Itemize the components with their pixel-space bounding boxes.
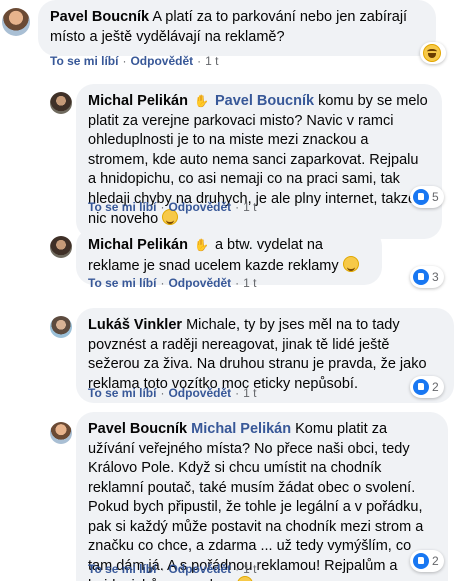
smile-emoji-icon [342, 255, 359, 272]
like-link[interactable]: To se mi líbí [88, 200, 156, 214]
reaction-summary[interactable]: 3 [410, 266, 444, 288]
haha-icon [423, 44, 441, 62]
avatar[interactable] [50, 422, 72, 444]
reaction-count: 2 [432, 380, 439, 394]
comment-author[interactable]: Pavel Boucník [88, 421, 187, 437]
reaction-count: 5 [432, 190, 439, 204]
reply-link[interactable]: Odpovědět [168, 562, 231, 576]
comment-bubble: Michal Pelikán ✋ Pavel Boucník komu by s… [76, 84, 442, 239]
like-link[interactable]: To se mi líbí [88, 276, 156, 290]
reaction-summary[interactable]: 5 [410, 186, 444, 208]
comment-author[interactable]: Lukáš Vinkler [88, 317, 182, 333]
comment-actions: To se mi líbí · Odpovědět · 1 t [88, 386, 257, 400]
avatar[interactable] [50, 92, 72, 114]
wave-icon: ✋ [193, 238, 209, 252]
timestamp[interactable]: 1 t [205, 54, 218, 68]
reply-link[interactable]: Odpovědět [168, 200, 231, 214]
like-icon [413, 189, 429, 205]
timestamp[interactable]: 1 t [243, 200, 256, 214]
timestamp[interactable]: 1 t [243, 386, 256, 400]
like-icon [413, 379, 429, 395]
mention[interactable]: Pavel Boucník [215, 93, 314, 109]
timestamp[interactable]: 1 t [243, 562, 256, 576]
like-link[interactable]: To se mi líbí [50, 54, 118, 68]
comment-actions: To se mi líbí · Odpovědět · 1 t [50, 54, 219, 68]
comment-bubble: Pavel Boucník A platí za to parkování ne… [38, 0, 436, 56]
reply-link[interactable]: Odpovědět [168, 276, 231, 290]
comment-text: Komu platit za užívání veřejného místa? … [88, 421, 424, 581]
comment-author[interactable]: Pavel Boucník [50, 9, 149, 25]
mention[interactable]: Michal Pelikán [191, 421, 291, 437]
like-link[interactable]: To se mi líbí [88, 562, 156, 576]
comment-author[interactable]: Michal Pelikán [88, 237, 188, 253]
avatar[interactable] [50, 236, 72, 258]
smile-emoji-icon [237, 576, 254, 581]
wave-icon: ✋ [193, 94, 209, 108]
like-icon [413, 553, 429, 569]
like-icon [413, 269, 429, 285]
comment-thread: Pavel Boucník A platí za to parkování ne… [0, 0, 460, 581]
reaction-count: 2 [432, 554, 439, 568]
comment-actions: To se mi líbí · Odpovědět · 1 t [88, 562, 257, 576]
reaction-summary[interactable]: 2 [410, 550, 444, 572]
reaction-count: 3 [432, 270, 439, 284]
comment-actions: To se mi líbí · Odpovědět · 1 t [88, 200, 257, 214]
reply-link[interactable]: Odpovědět [130, 54, 193, 68]
comment-author[interactable]: Michal Pelikán [88, 93, 188, 109]
reaction-summary[interactable] [420, 42, 446, 64]
reaction-summary[interactable]: 2 [410, 376, 444, 398]
reply-link[interactable]: Odpovědět [168, 386, 231, 400]
comment-actions: To se mi líbí · Odpovědět · 1 t [88, 276, 257, 290]
comment-bubble: Pavel Boucník Michal Pelikán Komu platit… [76, 412, 448, 581]
like-link[interactable]: To se mi líbí [88, 386, 156, 400]
avatar[interactable] [2, 8, 30, 36]
avatar[interactable] [50, 316, 72, 338]
timestamp[interactable]: 1 t [243, 276, 256, 290]
